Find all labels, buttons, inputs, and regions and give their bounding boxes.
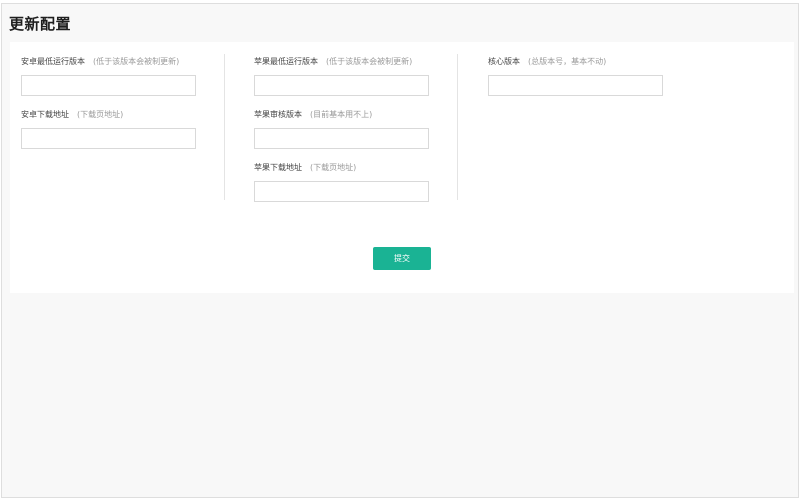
android-download-url-hint: (下载页地址) xyxy=(77,110,124,119)
core-version-input[interactable] xyxy=(488,75,663,96)
android-min-version-input[interactable] xyxy=(21,75,196,96)
android-download-url-input[interactable] xyxy=(21,128,196,149)
column-divider xyxy=(224,54,225,200)
core-version-label: 核心版本 xyxy=(488,57,520,66)
android-min-version-hint: (低于该版本会被制更新) xyxy=(93,57,180,66)
ios-review-version-input[interactable] xyxy=(254,128,429,149)
column-divider xyxy=(457,54,458,200)
ios-review-version-field: 苹果审核版本 (目前基本用不上) xyxy=(254,109,429,149)
android-download-url-label: 安卓下载地址 xyxy=(21,110,69,119)
ios-download-url-hint: (下载页地址) xyxy=(310,163,357,172)
page-frame: 更新配置 安卓最低运行版本 (低于该版本会被制更新) 安卓下载地址 (下载页地址… xyxy=(1,3,799,498)
submit-button[interactable]: 提交 xyxy=(373,247,431,270)
core-version-field: 核心版本 (总版本号，基本不动) xyxy=(488,56,663,96)
ios-download-url-label: 苹果下载地址 xyxy=(254,163,302,172)
ios-min-version-label: 苹果最低运行版本 xyxy=(254,57,318,66)
ios-min-version-hint: (低于该版本会被制更新) xyxy=(326,57,413,66)
android-min-version-field: 安卓最低运行版本 (低于该版本会被制更新) xyxy=(21,56,196,96)
core-version-hint: (总版本号，基本不动) xyxy=(528,57,607,66)
ios-download-url-field: 苹果下载地址 (下载页地址) xyxy=(254,162,429,202)
ios-download-url-input[interactable] xyxy=(254,181,429,202)
page-title: 更新配置 xyxy=(9,15,72,33)
ios-min-version-input[interactable] xyxy=(254,75,429,96)
android-download-url-field: 安卓下载地址 (下载页地址) xyxy=(21,109,196,149)
config-panel: 安卓最低运行版本 (低于该版本会被制更新) 安卓下载地址 (下载页地址) 苹果最… xyxy=(10,42,794,293)
ios-review-version-label: 苹果审核版本 xyxy=(254,110,302,119)
android-min-version-label: 安卓最低运行版本 xyxy=(21,57,85,66)
ios-review-version-hint: (目前基本用不上) xyxy=(310,110,373,119)
ios-min-version-field: 苹果最低运行版本 (低于该版本会被制更新) xyxy=(254,56,429,96)
